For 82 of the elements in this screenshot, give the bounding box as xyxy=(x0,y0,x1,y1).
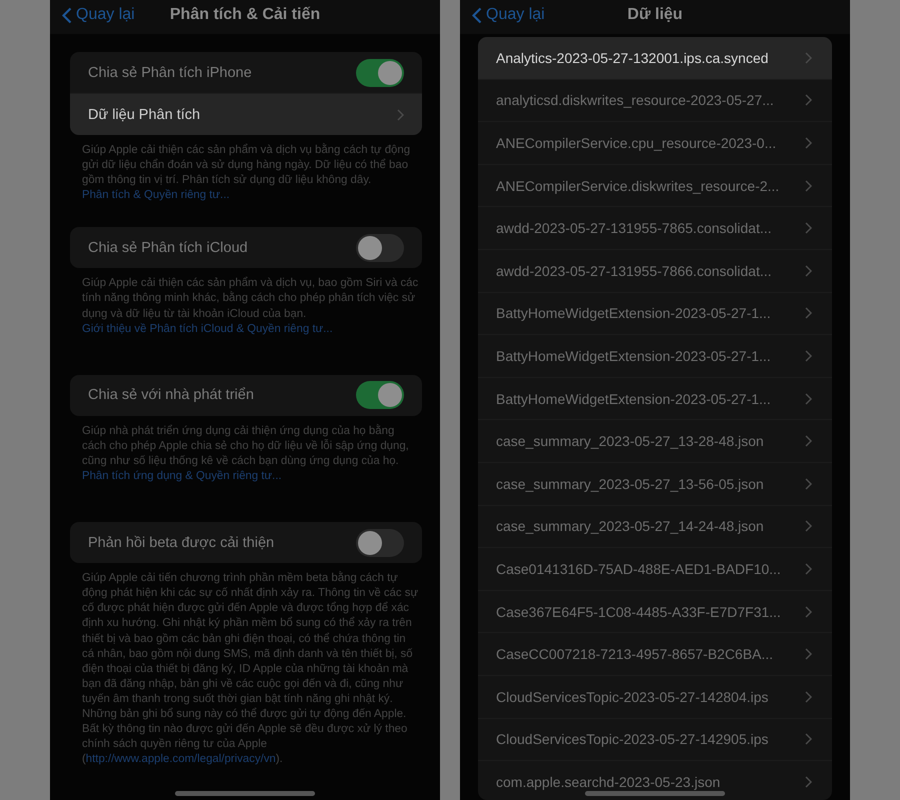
file-row[interactable]: awdd-2023-05-27-131955-7865.consolidat... xyxy=(478,206,832,249)
chevron-icon xyxy=(805,222,812,234)
toggle-switch[interactable] xyxy=(356,58,404,86)
file-name: BattyHomeWidgetExtension-2023-05-27-1... xyxy=(496,348,771,364)
file-row[interactable]: BattyHomeWidgetExtension-2023-05-27-1... xyxy=(478,292,832,334)
chevron-icon xyxy=(805,478,812,490)
chevron-icon xyxy=(805,136,812,149)
toggle-switch[interactable] xyxy=(356,234,404,262)
row-label: Chia sẻ với nhà phát triển xyxy=(88,387,254,404)
file-name: awdd-2023-05-27-131955-7865.consolidat... xyxy=(496,220,772,236)
chevron-icon xyxy=(805,392,812,405)
file-row[interactable]: case_summary_2023-05-27_13-56-05.json xyxy=(478,462,832,505)
menu-row[interactable]: Dữ liệu Phân tích xyxy=(70,93,422,135)
toggle-row[interactable]: Chia sẻ Phân tích iPhone xyxy=(70,52,422,93)
chevron-icon xyxy=(805,180,812,192)
chevron-icon xyxy=(805,435,812,448)
chevron-icon xyxy=(805,733,812,746)
file-name: Analytics-2023-05-27-132001.ips.ca.synced xyxy=(496,50,768,66)
chevron-icon xyxy=(805,562,812,575)
privacy-link[interactable]: Phân tích ứng dụng & Quyền riêng tư... xyxy=(82,470,282,482)
file-name: CloudServicesTopic-2023-05-27-142804.ips xyxy=(496,688,768,705)
back-icon xyxy=(62,6,72,24)
file-row[interactable]: awdd-2023-05-27-131955-7866.consolidat... xyxy=(478,248,832,292)
file-row[interactable]: ANECompilerService.cpu_resource-2023-0... xyxy=(478,121,832,164)
row-label: Phản hồi beta được cải thiện xyxy=(88,534,274,551)
file-name: ANECompilerService.diskwrites_resource-2... xyxy=(496,178,780,194)
privacy-link[interactable]: http://www.apple.com/legal/privacy/vn xyxy=(86,753,276,766)
toggle-row[interactable]: Chia sẻ Phân tích iCloud xyxy=(70,227,422,268)
section-footer: Giúp Apple cải thiện các sản phẩm và dịch vụ, bao gồm Siri và các tính năng thông minh khác, bằng cách cho phép phân tích việc sử dụng và dữ liệu từ tài khoản iCloud của bạn. Giới thiệu về Phân tích iCloud & Quyền riêng tư... xyxy=(82,276,420,337)
privacy-link[interactable]: Phân tích & Quyền riêng tư... xyxy=(82,189,230,202)
section-footer: Giúp nhà phát triển ứng dụng cải thiện ứng dụng của họ bằng cách cho phép Apple chia sẻ cho họ dữ liệu về lỗi sập ứng dụng, cũng như số liệu thống kê về cách bạn dùng ứng dụng của họ. Phân tích ứng dụng & Quyền riêng tư... xyxy=(82,424,420,484)
file-name: BattyHomeWidgetExtension-2023-05-27-1... xyxy=(496,390,771,407)
file-name: awdd-2023-05-27-131955-7866.consolidat... xyxy=(496,262,772,279)
section-footer: Giúp Apple cải thiện các sản phẩm và dịch vụ bằng cách tự động gửi dữ liệu chẩn đoán và sử dụng hàng ngày. Dữ liệu có thể bao gồm thông tin vị trí. Phân tích sử dụng dữ liệu không dây. Phân tích & Quyền riêng tư... xyxy=(82,143,420,204)
file-row[interactable]: CloudServicesTopic-2023-05-27-142905.ips xyxy=(478,718,832,760)
file-name: com.apple.searchd-2023-05-23.json xyxy=(496,774,720,790)
file-name: CloudServicesTopic-2023-05-27-142905.ips xyxy=(496,731,768,748)
chevron-icon xyxy=(805,350,812,362)
file-name: Case0141316D-75AD-488E-AED1-BADF10... xyxy=(496,560,781,577)
file-row[interactable]: case_summary_2023-05-27_13-28-48.json xyxy=(478,419,832,462)
file-name: analyticsd.diskwrites_resource-2023-05-27... xyxy=(496,92,774,108)
file-name: Case367E64F5-1C08-4485-A33F-E7D7F31... xyxy=(496,604,781,620)
chevron-icon xyxy=(805,52,812,64)
toggle-switch[interactable] xyxy=(356,528,404,557)
screen-title: Dữ liệu xyxy=(626,6,684,24)
file-row[interactable]: Case367E64F5-1C08-4485-A33F-E7D7F31... xyxy=(478,590,832,632)
file-name: CaseCC007218-7213-4957-8657-B2C6BA... xyxy=(496,646,774,662)
row-label: Chia sẻ Phân tích iPhone xyxy=(88,64,252,80)
file-row[interactable]: Analytics-2023-05-27-132001.ips.ca.synced xyxy=(478,37,832,79)
file-row[interactable]: analyticsd.diskwrites_resource-2023-05-27... xyxy=(478,78,832,122)
file-row[interactable]: case_summary_2023-05-27_14-24-48.json xyxy=(478,504,832,548)
toggle-row[interactable]: Chia sẻ với nhà phát triển xyxy=(70,374,422,416)
toggle-row[interactable]: Phản hồi beta được cải thiện xyxy=(70,522,422,564)
file-name: ANECompilerService.cpu_resource-2023-0... xyxy=(496,134,776,151)
chevron-icon xyxy=(805,606,812,618)
chevron-icon xyxy=(805,94,812,106)
back-button[interactable]: Quay lại xyxy=(50,6,135,24)
chevron-icon xyxy=(805,648,812,660)
file-row[interactable]: CaseCC007218-7213-4957-8657-B2C6BA... xyxy=(478,632,832,675)
file-name: case_summary_2023-05-27_13-56-05.json xyxy=(496,476,764,492)
back-icon xyxy=(472,6,482,24)
file-row[interactable]: Case0141316D-75AD-488E-AED1-BADF10... xyxy=(478,547,832,590)
screen-title: Phân tích & Cải tiến xyxy=(168,6,322,24)
chevron-icon xyxy=(397,108,404,120)
back-button[interactable]: Quay lại xyxy=(460,6,545,24)
section-footer: Giúp Apple cải tiến chương trình phần mềm beta bằng cách tự động phát hiện khi các sự cố nhất định xảy ra. Thông tin về các sự cố được phát hiện được gửi đến Apple và được tổng hợp để xác định xu hướng. Ghi nhật ký phần mềm bổ sung có thể xảy ra trên thiết bị và bao gồm các bản ghi điện thoại, có thể chứa thông tin cá nhân, bao gồm nội dung SMS, mã định danh và tên thiết bị, số điện thoại của thiết bị đăng ký, ID Apple của những tài khoản mà bạn đã đăng nhập, bản ghi về các cuộc gọi đến và đi, cũng như tuyến âm thanh trong suốt thời gian bật tính năng ghi nhật ký. Những bản ghi bổ sung này có thể được gửi tự động đến Apple. Bất kỳ thông tin nào được gửi đến Apple sẽ đều được xử lý theo chính sách quyền riêng tư của Apple (http://www.apple.com/legal/privacy/vn). xyxy=(82,571,420,768)
chevron-icon xyxy=(805,776,812,788)
file-row[interactable]: ANECompilerService.diskwrites_resource-2... xyxy=(478,164,832,206)
file-row[interactable]: BattyHomeWidgetExtension-2023-05-27-1... xyxy=(478,376,832,420)
file-name: BattyHomeWidgetExtension-2023-05-27-1... xyxy=(496,305,771,322)
chevron-icon xyxy=(805,690,812,703)
chevron-icon xyxy=(805,307,812,320)
file-row[interactable]: BattyHomeWidgetExtension-2023-05-27-1... xyxy=(478,334,832,377)
file-name: case_summary_2023-05-27_14-24-48.json xyxy=(496,518,764,534)
privacy-link[interactable]: Giới thiệu về Phân tích iCloud & Quyền riêng tư... xyxy=(82,322,333,335)
toggle-switch[interactable] xyxy=(356,381,404,410)
chevron-icon xyxy=(805,264,812,277)
chevron-icon xyxy=(805,520,812,532)
row-label: Chia sẻ Phân tích iCloud xyxy=(88,240,248,256)
row-label: Dữ liệu Phân tích xyxy=(88,106,200,122)
file-name: case_summary_2023-05-27_13-28-48.json xyxy=(496,433,764,450)
file-row[interactable]: CloudServicesTopic-2023-05-27-142804.ips xyxy=(478,674,832,718)
